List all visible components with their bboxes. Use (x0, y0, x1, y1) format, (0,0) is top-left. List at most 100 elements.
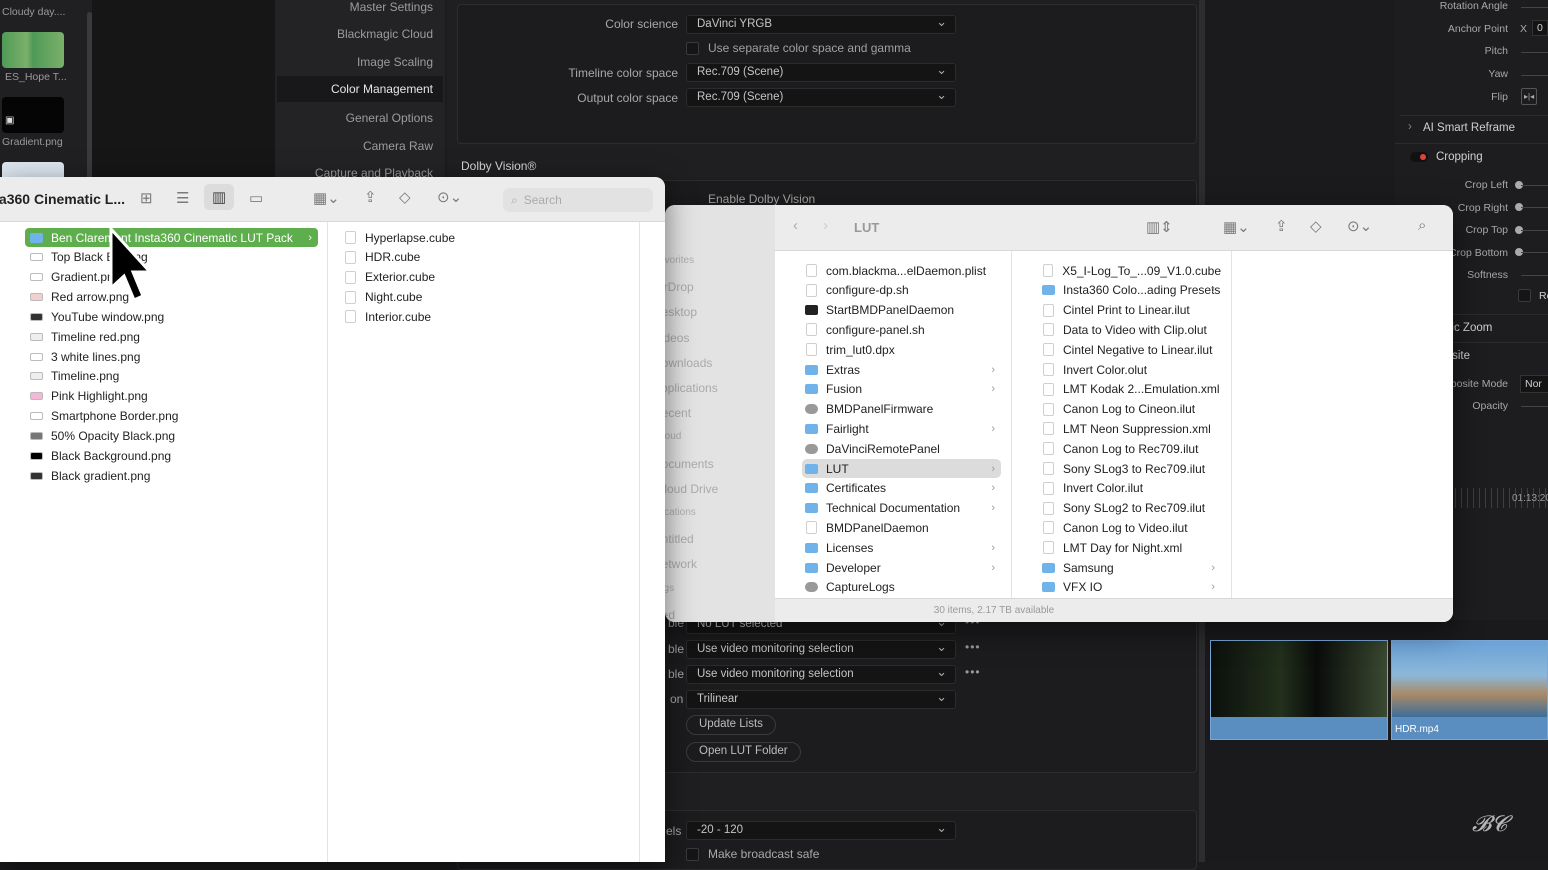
file-row[interactable]: configure-panel.sh (805, 320, 1001, 339)
file-row[interactable]: LUT › (802, 459, 1001, 478)
forward-icon[interactable]: › (823, 217, 828, 234)
timeline-clip[interactable]: HDR.mp4 (1391, 640, 1548, 740)
file-row[interactable]: Fusion › (805, 380, 1001, 399)
flip-horizontal-icon[interactable]: ▸|◂ (1521, 88, 1538, 105)
file-row[interactable]: Certificates › (805, 479, 1001, 498)
file-row[interactable]: Timeline.png (30, 367, 317, 386)
color-science-dropdown[interactable]: DaVinci YRGB (686, 14, 956, 34)
more-icon[interactable]: ••• (965, 640, 981, 654)
file-row[interactable]: CaptureLogs (805, 578, 1001, 597)
file-row[interactable]: Hyperlapse.cube (344, 228, 629, 247)
column-view-icon[interactable]: ▥⇕ (1146, 218, 1173, 236)
more-actions-icon[interactable]: ⊙⌄ (437, 188, 462, 206)
file-row[interactable]: BMDPanelDaemon (805, 518, 1001, 537)
file-row[interactable]: DaVinciRemotePanel (805, 439, 1001, 458)
sidebar-item[interactable]: Locations (665, 507, 696, 518)
share-icon[interactable]: ⇪ (364, 188, 377, 206)
search-icon[interactable]: ⌕ (1418, 217, 1426, 234)
search-field[interactable]: ⌕ Search (503, 188, 653, 212)
sidebar-item[interactable]: Red (665, 608, 675, 622)
file-row[interactable]: Samsung › (1042, 558, 1221, 577)
sidebar-item[interactable]: Documents (665, 457, 714, 471)
file-row[interactable]: Invert Color.olut (1042, 360, 1221, 379)
sidebar-item[interactable]: Downloads (665, 356, 712, 370)
file-row[interactable]: LMT Day for Night.xml (1042, 538, 1221, 557)
broadcast-safe-checkbox[interactable] (686, 848, 699, 861)
nav-master-settings[interactable]: Master Settings (273, 0, 433, 14)
file-row[interactable]: Cintel Negative to Linear.ilut (1042, 340, 1221, 359)
file-row[interactable]: Gradient.png (30, 268, 317, 287)
file-row[interactable]: Top Black Bar.png (30, 248, 317, 267)
timeline-clip[interactable] (1210, 640, 1388, 740)
sidebar-item[interactable]: Network (665, 557, 697, 571)
file-row[interactable]: LMT Kodak 2...Emulation.xml (1042, 380, 1221, 399)
image-thumbnail[interactable]: ▣ (2, 97, 64, 133)
file-row[interactable]: Black Background.png (30, 446, 317, 465)
file-row[interactable]: Sony SLog3 to Rec709.ilut (1042, 459, 1221, 478)
file-row[interactable]: Ben Claremont Insta360 Cinematic LUT Pac… (25, 228, 318, 247)
file-row[interactable]: Interior.cube (344, 307, 629, 326)
file-row[interactable]: StartBMDPanelDaemon (805, 301, 1001, 320)
list-view-icon[interactable]: ☰ (176, 189, 189, 207)
file-row[interactable]: Pink Highlight.png (30, 387, 317, 406)
group-icon[interactable]: ▦⌄ (1223, 218, 1250, 236)
file-row[interactable]: Extras › (805, 360, 1001, 379)
file-row[interactable]: Canon Log to Video.ilut (1042, 518, 1221, 537)
cropping-header[interactable]: Cropping (1436, 151, 1483, 163)
file-row[interactable]: HDR.cube (344, 248, 629, 267)
file-row[interactable]: Timeline red.png (30, 327, 317, 346)
file-row[interactable]: Developer › (805, 558, 1001, 577)
file-row[interactable]: Black gradient.png (30, 466, 317, 485)
file-row[interactable]: com.blackma...elDaemon.plist (805, 261, 1001, 280)
sidebar-item[interactable]: Untitled (665, 532, 694, 546)
tag-icon[interactable]: ◇ (1310, 217, 1322, 235)
sidebar-item[interactable]: Tags (665, 583, 674, 594)
file-row[interactable]: trim_lut0.dpx (805, 340, 1001, 359)
file-row[interactable]: Night.cube (344, 288, 629, 307)
sidebar-item[interactable]: AirDrop (665, 280, 694, 294)
sidebar-item[interactable]: Videos (665, 331, 689, 345)
timeline-color-dropdown[interactable]: Rec.709 (Scene) (686, 62, 956, 82)
column-view-icon[interactable]: ▥ (204, 184, 235, 210)
file-row[interactable]: YouTube window.png (30, 307, 317, 326)
group-icon[interactable]: ▦⌄ (313, 189, 340, 207)
file-row[interactable]: BMDPanelFirmware (805, 400, 1001, 419)
sidebar-item[interactable]: Favorites (665, 255, 694, 266)
ai-reframe-header[interactable]: AI Smart Reframe (1423, 122, 1515, 134)
sidebar-item[interactable]: Desktop (665, 305, 697, 319)
file-row[interactable]: LMT Neon Suppression.xml (1042, 419, 1221, 438)
nav-camera-raw[interactable]: Camera Raw (273, 139, 433, 153)
lut-dropdown[interactable]: Use video monitoring selection (686, 639, 956, 659)
nav-general-options[interactable]: General Options (273, 111, 433, 125)
back-icon[interactable]: ‹ (793, 217, 798, 234)
file-row[interactable]: Fairlight › (805, 419, 1001, 438)
file-row[interactable]: Data to Video with Clip.olut (1042, 320, 1221, 339)
tag-icon[interactable]: ◇ (399, 188, 411, 206)
nav-color-management[interactable]: Color Management (277, 76, 443, 102)
nav-image-scaling[interactable]: Image Scaling (273, 55, 433, 69)
output-color-dropdown[interactable]: Rec.709 (Scene) (686, 87, 956, 107)
nav-blackmagic-cloud[interactable]: Blackmagic Cloud (273, 27, 433, 41)
lut-dropdown[interactable]: Use video monitoring selection (686, 664, 956, 684)
file-row[interactable]: Invert Color.ilut (1042, 479, 1221, 498)
levels-dropdown[interactable]: -20 - 120 (686, 820, 956, 840)
file-row[interactable]: X5_I-Log_To_...09_V1.0.cube (1042, 261, 1221, 280)
file-row[interactable]: Canon Log to Rec709.ilut (1042, 439, 1221, 458)
file-row[interactable]: 3 white lines.png (30, 347, 317, 366)
file-row[interactable]: Sony SLog2 to Rec709.ilut (1042, 499, 1221, 518)
icon-view-icon[interactable]: ⊞ (140, 189, 153, 207)
sidebar-item[interactable]: iCloud Drive (665, 482, 718, 496)
more-icon[interactable]: ••• (965, 665, 981, 679)
file-row[interactable]: Licenses › (805, 538, 1001, 557)
file-row[interactable]: configure-dp.sh (805, 281, 1001, 300)
gallery-view-icon[interactable]: ▭ (249, 189, 263, 207)
file-row[interactable]: VFX IO › (1042, 578, 1221, 597)
chevron-right-icon[interactable]: › (1408, 121, 1412, 133)
more-actions-icon[interactable]: ⊙⌄ (1347, 217, 1372, 235)
separate-gamma-checkbox[interactable] (686, 42, 699, 55)
composite-mode-dropdown[interactable]: Nor (1520, 375, 1548, 393)
file-row[interactable]: Exterior.cube (344, 268, 629, 287)
file-row[interactable]: Technical Documentation › (805, 499, 1001, 518)
file-row[interactable]: Canon Log to Cineon.ilut (1042, 400, 1221, 419)
retain-checkbox[interactable] (1518, 289, 1531, 302)
